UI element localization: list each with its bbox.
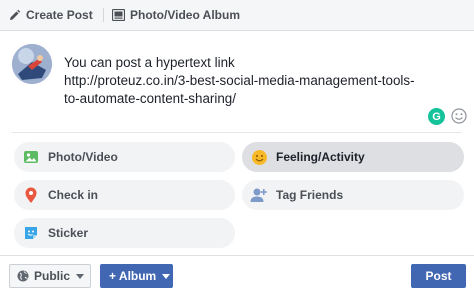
post-composer: Create Post Photo/Video Album You can po… — [0, 0, 474, 295]
chevron-down-icon — [76, 273, 85, 279]
check-in-label: Check in — [48, 188, 99, 202]
album-icon — [112, 9, 125, 21]
pencil-icon — [8, 9, 21, 22]
tab-separator — [103, 8, 104, 22]
tab-create-post-label: Create Post — [26, 8, 93, 22]
tab-photo-video-album[interactable]: Photo/Video Album — [112, 0, 240, 30]
album-button-label: + Album — [109, 269, 157, 283]
composer-tab-bar: Create Post Photo/Video Album — [0, 0, 474, 31]
photo-video-label: Photo/Video — [48, 150, 118, 164]
sticker-button[interactable]: Sticker — [14, 218, 235, 248]
tag-friends-label: Tag Friends — [276, 188, 344, 202]
add-album-button[interactable]: + Album — [100, 264, 173, 288]
globe-icon — [17, 270, 29, 282]
sticker-icon — [22, 224, 40, 242]
sticker-label: Sticker — [48, 226, 89, 240]
tab-photo-video-album-label: Photo/Video Album — [130, 8, 240, 22]
divider — [12, 132, 462, 133]
tag-friends-button[interactable]: Tag Friends — [242, 180, 464, 210]
feeling-activity-label: Feeling/Activity — [276, 150, 365, 164]
chevron-down-icon — [162, 273, 171, 279]
check-in-button[interactable]: Check in — [14, 180, 235, 210]
audience-label: Public — [34, 269, 71, 283]
avatar — [12, 44, 52, 84]
post-button-label: Post — [425, 269, 452, 283]
photo-video-button[interactable]: Photo/Video — [14, 142, 235, 172]
tab-create-post[interactable]: Create Post — [8, 0, 93, 30]
smiley-icon — [250, 148, 268, 166]
audience-selector-button[interactable]: Public — [9, 264, 91, 288]
post-button[interactable]: Post — [411, 264, 466, 288]
grammarly-icon[interactable]: G — [428, 108, 445, 125]
tag-friends-icon — [250, 186, 268, 204]
photo-icon — [22, 148, 40, 166]
post-text-input[interactable]: You can post a hypertext link http://pro… — [64, 54, 454, 108]
emoji-icon[interactable] — [451, 108, 467, 124]
composer-footer: Public + Album Post — [0, 255, 474, 295]
location-pin-icon — [22, 186, 40, 204]
feeling-activity-button[interactable]: Feeling/Activity — [242, 142, 464, 172]
